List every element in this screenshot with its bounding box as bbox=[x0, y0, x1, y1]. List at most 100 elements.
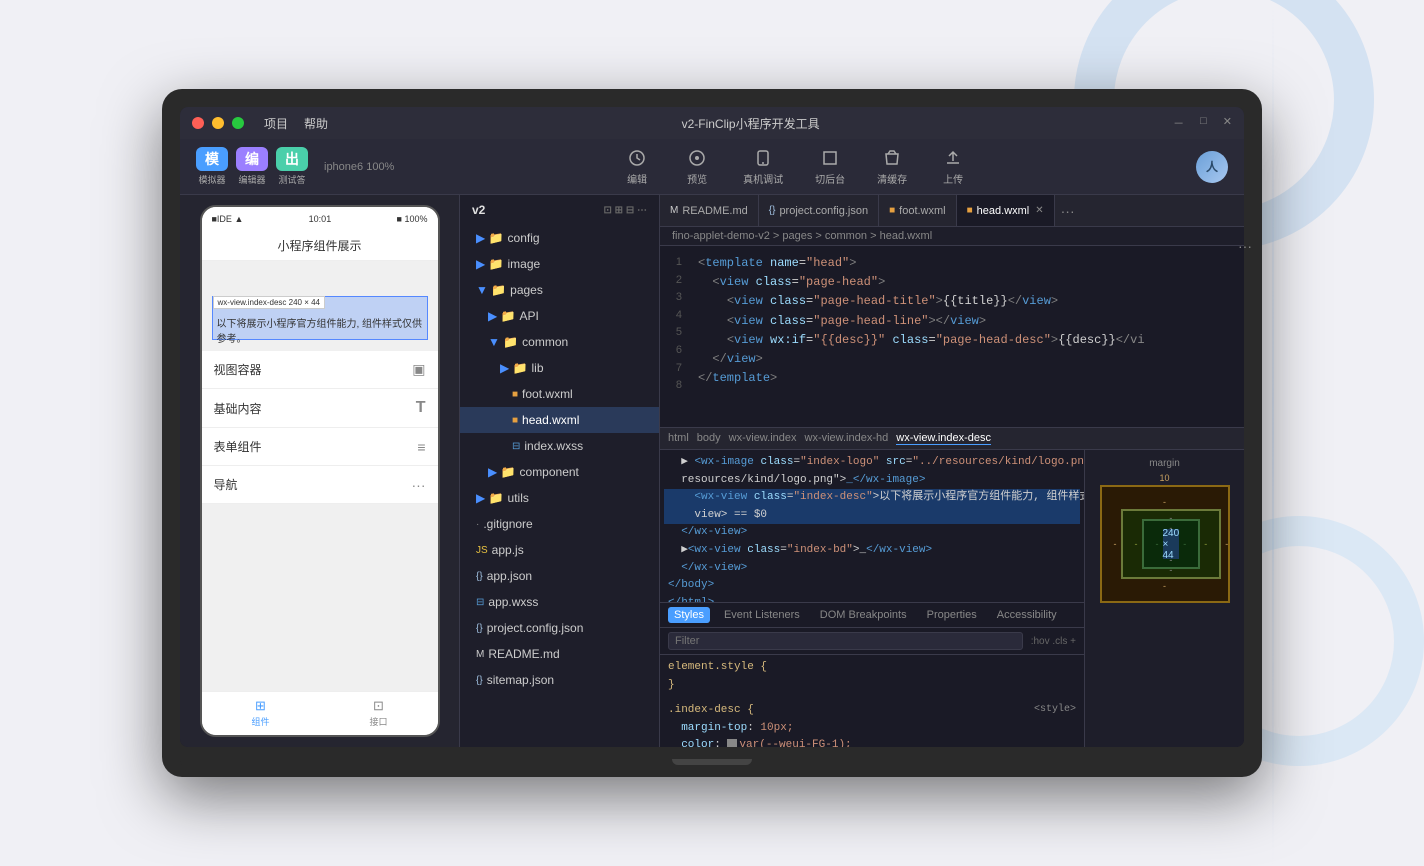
code-line-2: <view class="page-head"> bbox=[690, 273, 1244, 292]
editor-icon: 编 bbox=[236, 147, 268, 171]
tree-app-wxss[interactable]: ⊟ app.wxss bbox=[460, 589, 659, 615]
editor-panel: M README.md {} project.config.json ■ foo… bbox=[660, 195, 1244, 747]
menu-item-label-2: 表单组件 bbox=[214, 438, 262, 455]
tree-project-config[interactable]: {} project.config.json bbox=[460, 615, 659, 641]
tree-image[interactable]: ▶ 📁 image bbox=[460, 251, 659, 277]
preview-action[interactable]: 预览 bbox=[683, 147, 711, 186]
main-content: ■IDE ▲ 10:01 ■ 100% 小程序组件展示 ··· bbox=[180, 195, 1244, 747]
tab-foot-wxml[interactable]: ■ foot.wxml bbox=[879, 195, 957, 226]
file-icon-readme: M bbox=[476, 649, 484, 660]
nav-item-api[interactable]: ⊡ 接口 bbox=[320, 699, 438, 728]
dom-bc-wxview-index[interactable]: wx-view.index bbox=[729, 432, 797, 445]
filetree-root: v2 ⊡ ⊞ ⊟ ⋯ bbox=[460, 195, 659, 225]
preview-label: 预览 bbox=[687, 171, 707, 186]
nav-item-component[interactable]: ⊞ 组件 bbox=[202, 699, 320, 728]
margin-row: - - - - bbox=[1110, 509, 1220, 579]
tab-head-wxml[interactable]: ■ head.wxml ✕ bbox=[957, 195, 1055, 226]
styles-tab-styles[interactable]: Styles bbox=[668, 607, 710, 623]
devtools-panel: html body wx-view.index wx-view.index-hd… bbox=[660, 427, 1244, 747]
file-icon-app-js: JS bbox=[476, 545, 488, 556]
tree-config[interactable]: ▶ 📁 config bbox=[460, 225, 659, 251]
tab-close-head-wxml[interactable]: ✕ bbox=[1035, 205, 1043, 216]
tree-foot-wxml[interactable]: ■ foot.wxml bbox=[460, 381, 659, 407]
tab-icon-foot-wxml: ■ bbox=[889, 205, 895, 216]
clear-cache-action[interactable]: 清缓存 bbox=[877, 147, 907, 186]
dom-bc-wxview-desc[interactable]: wx-view.index-desc bbox=[896, 432, 991, 445]
style-selector-index-desc: .index-desc { bbox=[668, 704, 754, 716]
tab-project-config[interactable]: {} project.config.json bbox=[759, 195, 879, 226]
tree-pages[interactable]: ▼ 📁 pages bbox=[460, 277, 659, 303]
tab-icon-readme: M bbox=[670, 205, 678, 216]
styles-tab-events[interactable]: Event Listeners bbox=[718, 607, 806, 623]
user-avatar[interactable]: 人 bbox=[1196, 151, 1228, 183]
styles-tab-dom-breakpoints[interactable]: DOM Breakpoints bbox=[814, 607, 913, 623]
tree-label-common: common bbox=[522, 335, 568, 349]
padding-left: - bbox=[1152, 539, 1163, 549]
html-tag-2-selected[interactable]: <wx-view class="index-desc">以下将展示小程序官方组件… bbox=[664, 489, 1080, 507]
tab-readme[interactable]: M README.md bbox=[660, 195, 759, 226]
menu-item-help[interactable]: 帮助 bbox=[304, 115, 328, 132]
dom-bc-wxview-hd[interactable]: wx-view.index-hd bbox=[805, 432, 889, 445]
file-icon-index-wxss: ⊟ bbox=[512, 441, 520, 452]
menu-item-project[interactable]: 项目 bbox=[264, 115, 288, 132]
tabs-more-btn[interactable]: ··· bbox=[1055, 195, 1081, 226]
tree-app-json[interactable]: {} app.json bbox=[460, 563, 659, 589]
code-line-1: <template name="head"> bbox=[690, 254, 1244, 273]
tree-label-lib: lib bbox=[532, 361, 544, 375]
tree-common[interactable]: ▼ 📁 common bbox=[460, 329, 659, 355]
api-nav-icon: ⊡ bbox=[370, 699, 388, 713]
tree-app-js[interactable]: JS app.js bbox=[460, 537, 659, 563]
simulator-btn[interactable]: 模 模拟器 bbox=[196, 147, 228, 186]
code-content[interactable]: <template name="head"> <view class="page… bbox=[690, 246, 1244, 427]
menu-item-viewcontainer[interactable]: 视图容器 ▣ bbox=[202, 351, 438, 389]
tree-sitemap[interactable]: {} sitemap.json bbox=[460, 667, 659, 693]
styles-tab-properties[interactable]: Properties bbox=[921, 607, 983, 623]
dom-bc-html[interactable]: html bbox=[668, 432, 689, 445]
window-close-dot bbox=[192, 117, 204, 129]
upload-action[interactable]: 上传 bbox=[939, 147, 967, 186]
bg-decoration-line bbox=[1272, 0, 1274, 866]
html-tag-5: ▶<wx-view class="index-bd">_</wx-view> bbox=[664, 542, 1080, 560]
box-margin-value: 10 bbox=[1159, 473, 1169, 483]
menu-item-basecontent[interactable]: 基础内容 T bbox=[202, 389, 438, 428]
tree-gitignore[interactable]: · .gitignore bbox=[460, 511, 659, 537]
tree-lib[interactable]: ▶ 📁 lib bbox=[460, 355, 659, 381]
tree-readme[interactable]: M README.md bbox=[460, 641, 659, 667]
code-line-3: <view class="page-head-title">{{title}}<… bbox=[690, 292, 1244, 311]
file-icon-gitignore: · bbox=[476, 519, 479, 530]
menu-item-nav[interactable]: 导航 ··· bbox=[202, 466, 438, 504]
tree-label-config: config bbox=[508, 231, 540, 245]
editor-btn[interactable]: 编 编辑器 bbox=[236, 147, 268, 186]
tree-utils[interactable]: ▶ 📁 utils bbox=[460, 485, 659, 511]
tree-api[interactable]: ▶ 📁 API bbox=[460, 303, 659, 329]
file-icon-sitemap: {} bbox=[476, 675, 483, 686]
margin-right: - bbox=[1221, 539, 1232, 549]
html-tree[interactable]: ▶ <wx-image class="index-logo" src="../r… bbox=[660, 450, 1084, 603]
editor-body: 12345678 <template name="head"> <view cl… bbox=[660, 246, 1244, 747]
phone-time: 10:01 bbox=[309, 214, 332, 224]
folder-icon-api: ▶ 📁 bbox=[488, 309, 516, 323]
tree-label-utils: utils bbox=[508, 491, 529, 505]
menu-item-icon-2: ≡ bbox=[417, 439, 425, 455]
dom-bc-body[interactable]: body bbox=[697, 432, 721, 445]
folder-icon-lib: ▶ 📁 bbox=[500, 361, 528, 375]
real-device-action[interactable]: 真机调试 bbox=[743, 147, 783, 186]
tree-component[interactable]: ▶ 📁 component bbox=[460, 459, 659, 485]
edit-action[interactable]: 编辑 bbox=[623, 147, 651, 186]
menu-bar: 项目 帮助 bbox=[264, 115, 328, 132]
styles-tab-accessibility[interactable]: Accessibility bbox=[991, 607, 1063, 623]
html-tag-6: </wx-view> bbox=[664, 560, 1080, 578]
phone-carrier: ■IDE ▲ bbox=[212, 214, 244, 224]
test-btn[interactable]: 出 测试答 bbox=[276, 147, 308, 186]
tree-head-wxml[interactable]: ■ head.wxml bbox=[460, 407, 659, 433]
menu-item-form[interactable]: 表单组件 ≡ bbox=[202, 428, 438, 466]
style-rule-close-element: } bbox=[668, 679, 675, 691]
background-action[interactable]: 切后台 bbox=[815, 147, 845, 186]
filter-input[interactable] bbox=[668, 632, 1023, 650]
tree-index-wxss[interactable]: ⊟ index.wxss bbox=[460, 433, 659, 459]
phone-app-title: 小程序组件展示 ··· bbox=[202, 231, 438, 261]
tree-label-pages: pages bbox=[510, 283, 543, 297]
toolbar-center: 编辑 预览 真机调试 bbox=[406, 147, 1184, 186]
file-icon-app-wxss: ⊟ bbox=[476, 597, 484, 608]
editor-tabs: M README.md {} project.config.json ■ foo… bbox=[660, 195, 1244, 227]
